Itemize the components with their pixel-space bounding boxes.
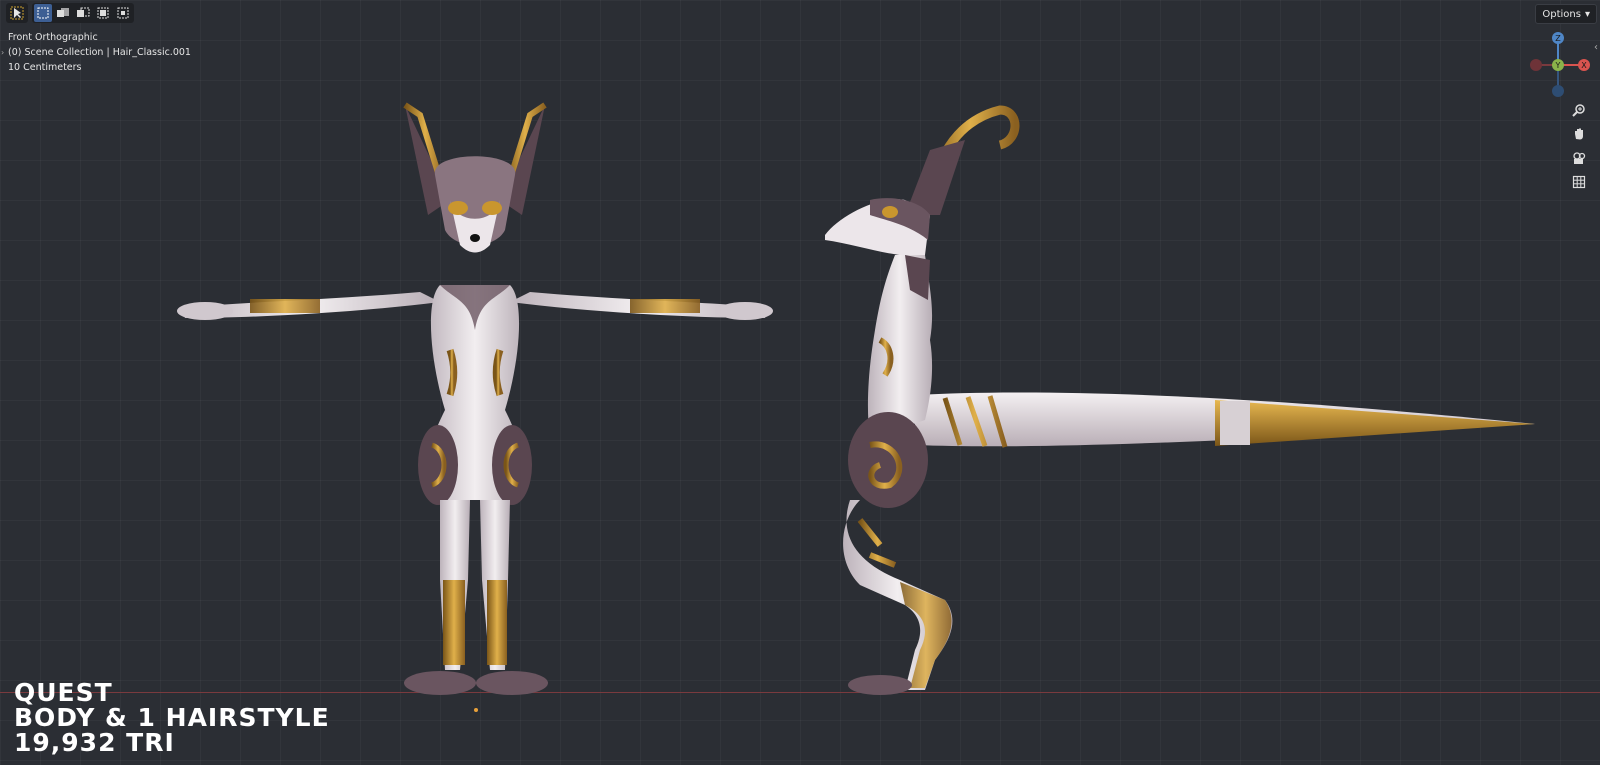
options-label: Options	[1542, 8, 1581, 20]
collapse-sidebar-icon[interactable]: ‹	[1594, 42, 1598, 53]
origin-point	[474, 708, 478, 712]
pan-hand-icon[interactable]	[1569, 124, 1589, 144]
select-box-extend-icon[interactable]	[54, 4, 72, 22]
viewport-nav-controls	[1569, 100, 1589, 192]
x-axis-label: X	[1581, 61, 1587, 70]
select-toolbar	[6, 3, 134, 23]
select-box-subtract-icon[interactable]	[74, 4, 92, 22]
select-box-new-icon[interactable]	[34, 4, 52, 22]
select-cursor-icon[interactable]	[8, 4, 26, 22]
select-mode-group	[32, 3, 134, 23]
options-dropdown[interactable]: Options ▾	[1535, 4, 1597, 24]
character-models[interactable]	[0, 0, 1600, 765]
neg-z-axis-icon[interactable]	[1552, 85, 1564, 97]
select-box-invert-icon[interactable]	[94, 4, 112, 22]
axis-gizmo[interactable]: Z Y X	[1522, 28, 1598, 104]
zoom-icon[interactable]	[1569, 100, 1589, 120]
viewport-info: › Front Orthographic (0) Scene Collectio…	[1, 30, 191, 75]
camera-view-icon[interactable]	[1569, 148, 1589, 168]
z-axis-label: Z	[1555, 34, 1561, 43]
expand-arrow-icon[interactable]: ›	[1, 45, 4, 60]
side-view-model[interactable]	[825, 105, 1535, 695]
view-name: Front Orthographic	[8, 32, 98, 43]
overlay-caption: QUEST BODY & 1 HAIRSTYLE 19,932 TRI	[14, 680, 330, 755]
caption-line-platform: QUEST	[14, 678, 113, 707]
grid-ortho-icon[interactable]	[1569, 172, 1589, 192]
tool-group	[6, 3, 28, 23]
scale-info: 10 Centimeters	[8, 62, 82, 73]
collection-info: (0) Scene Collection | Hair_Classic.001	[8, 47, 191, 58]
y-axis-label: Y	[1555, 61, 1561, 70]
select-box-intersect-icon[interactable]	[114, 4, 132, 22]
caption-line-tricount: 19,932 TRI	[14, 728, 175, 757]
neg-x-axis-icon[interactable]	[1530, 59, 1542, 71]
caption-line-contents: BODY & 1 HAIRSTYLE	[14, 703, 330, 732]
front-view-model[interactable]	[170, 100, 773, 700]
chevron-down-icon: ▾	[1584, 8, 1590, 20]
